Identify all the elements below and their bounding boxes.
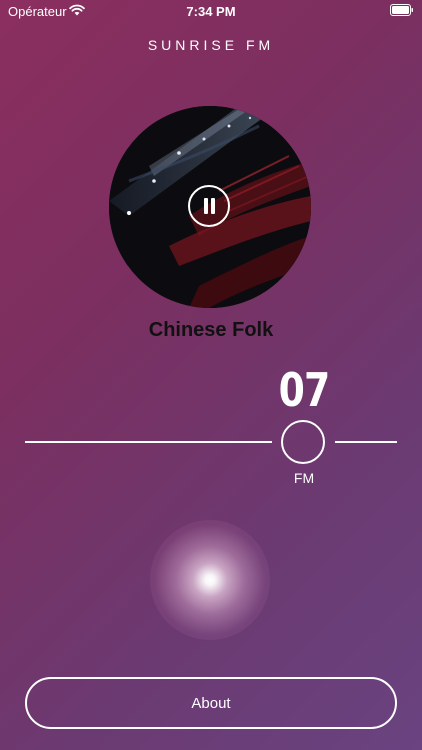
battery-icon	[390, 4, 413, 16]
app-title: SUNRISE FM	[147, 37, 275, 53]
signal-glow	[150, 520, 270, 640]
station-name: Chinese Folk	[148, 319, 274, 341]
pause-icon	[202, 198, 216, 214]
status-bar: Opérateur 7:34 PM	[0, 0, 422, 24]
slider-track-right	[335, 441, 397, 443]
radio-screen: Opérateur 7:34 PM SUNRISE FM Chinese Fol…	[0, 0, 422, 750]
station-artwork	[109, 106, 311, 308]
slider-thumb[interactable]	[281, 420, 325, 464]
frequency-slider[interactable]	[25, 418, 397, 468]
status-time: 7:34 PM	[186, 4, 236, 19]
frequency-display: 07	[278, 363, 331, 417]
band-label: FM	[293, 470, 315, 486]
about-button[interactable]: About	[25, 677, 397, 729]
slider-track-left	[25, 441, 272, 443]
pause-button[interactable]	[188, 185, 230, 227]
